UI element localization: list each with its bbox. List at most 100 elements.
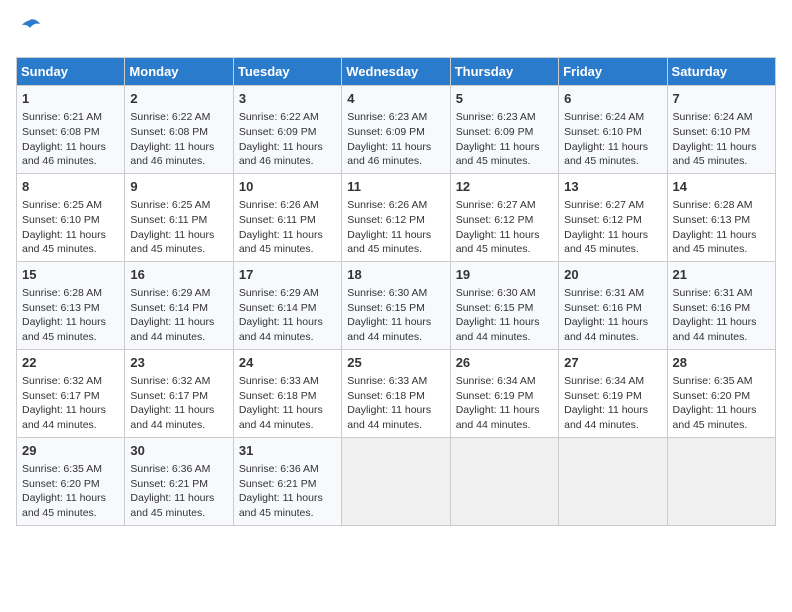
calendar-cell: 11Sunrise: 6:26 AMSunset: 6:12 PMDayligh… bbox=[342, 173, 450, 261]
daylight-label: Daylight: 11 hours bbox=[673, 404, 757, 416]
sunrise-label: Sunrise: 6:33 AM bbox=[347, 375, 427, 387]
calendar-cell: 2Sunrise: 6:22 AMSunset: 6:08 PMDaylight… bbox=[125, 86, 233, 174]
calendar-cell: 6Sunrise: 6:24 AMSunset: 6:10 PMDaylight… bbox=[559, 86, 667, 174]
sunset-label: Sunset: 6:14 PM bbox=[130, 302, 208, 314]
sunset-label: Sunset: 6:15 PM bbox=[347, 302, 425, 314]
sunset-label: Sunset: 6:19 PM bbox=[456, 390, 534, 402]
daylight-label: Daylight: 11 hours bbox=[564, 404, 648, 416]
daylight-minutes: and 46 minutes. bbox=[22, 155, 97, 167]
day-number: 1 bbox=[22, 90, 119, 108]
calendar-cell: 25 Sunrise: 6:33 AM Sunset: 6:18 PM Dayligh… bbox=[342, 349, 450, 437]
daylight-minutes: and 44 minutes. bbox=[239, 419, 314, 431]
day-number: 31 bbox=[239, 442, 336, 460]
day-number: 10 bbox=[239, 178, 336, 196]
daylight-minutes: and 44 minutes. bbox=[347, 331, 422, 343]
calendar-cell bbox=[342, 437, 450, 525]
day-number: 18 bbox=[347, 266, 444, 284]
daylight-minutes: and 45 minutes. bbox=[130, 243, 205, 255]
sunrise-label: Sunrise: 6:23 AM bbox=[347, 111, 427, 123]
daylight-minutes: and 45 minutes. bbox=[456, 243, 531, 255]
daylight-label: Daylight: 11 hours bbox=[239, 492, 323, 504]
sunrise-label: Sunrise: 6:22 AM bbox=[239, 111, 319, 123]
calendar-cell: 20Sunrise: 6:31 AMSunset: 6:16 PMDayligh… bbox=[559, 261, 667, 349]
calendar-cell bbox=[667, 437, 775, 525]
calendar-cell: 10 Sunrise: 6:26 AM Sunset: 6:11 PM Dayligh… bbox=[233, 173, 341, 261]
daylight-label: Daylight: 11 hours bbox=[22, 316, 106, 328]
sunrise-label: Sunrise: 6:28 AM bbox=[22, 287, 102, 299]
sunrise-label: Sunrise: 6:27 AM bbox=[456, 199, 536, 211]
weekday-header-sunday: Sunday bbox=[17, 58, 125, 86]
calendar-cell: 13Sunrise: 6:27 AMSunset: 6:12 PMDayligh… bbox=[559, 173, 667, 261]
day-number: 22 bbox=[22, 354, 119, 372]
day-number: 28 bbox=[673, 354, 770, 372]
daylight-minutes: and 45 minutes. bbox=[22, 243, 97, 255]
daylight-label: Daylight: 11 hours bbox=[239, 141, 323, 153]
daylight-minutes: and 44 minutes. bbox=[22, 419, 97, 431]
calendar-cell: 12Sunrise: 6:27 AMSunset: 6:12 PMDayligh… bbox=[450, 173, 558, 261]
weekday-header-wednesday: Wednesday bbox=[342, 58, 450, 86]
daylight-label: Daylight: 11 hours bbox=[22, 229, 106, 241]
sunset-label: Sunset: 6:11 PM bbox=[130, 214, 207, 226]
sunset-label: Sunset: 6:17 PM bbox=[130, 390, 208, 402]
daylight-minutes: and 45 minutes. bbox=[673, 243, 748, 255]
calendar-cell: 26Sunrise: 6:34 AMSunset: 6:19 PMDayligh… bbox=[450, 349, 558, 437]
sunrise-label: Sunrise: 6:26 AM bbox=[347, 199, 427, 211]
calendar-cell: 19Sunrise: 6:30 AMSunset: 6:15 PMDayligh… bbox=[450, 261, 558, 349]
sunset-label: Sunset: 6:09 PM bbox=[239, 126, 317, 138]
daylight-label: Daylight: 11 hours bbox=[130, 316, 214, 328]
daylight-label: Daylight: 11 hours bbox=[239, 229, 323, 241]
page-header bbox=[16, 16, 776, 45]
calendar-cell: 21Sunrise: 6:31 AMSunset: 6:16 PMDayligh… bbox=[667, 261, 775, 349]
sunrise-label: Sunrise: 6:22 AM bbox=[130, 111, 210, 123]
day-number: 25 bbox=[347, 354, 444, 372]
calendar-cell: 5Sunrise: 6:23 AMSunset: 6:09 PMDaylight… bbox=[450, 86, 558, 174]
sunset-label: Sunset: 6:11 PM bbox=[239, 214, 316, 226]
daylight-label: Daylight: 11 hours bbox=[130, 229, 214, 241]
daylight-minutes: and 44 minutes. bbox=[564, 419, 639, 431]
calendar-cell: 1Sunrise: 6:21 AMSunset: 6:08 PMDaylight… bbox=[17, 86, 125, 174]
daylight-label: Daylight: 11 hours bbox=[564, 229, 648, 241]
sunrise-label: Sunrise: 6:24 AM bbox=[564, 111, 644, 123]
daylight-label: Daylight: 11 hours bbox=[456, 316, 540, 328]
sunrise-label: Sunrise: 6:23 AM bbox=[456, 111, 536, 123]
daylight-label: Daylight: 11 hours bbox=[456, 229, 540, 241]
calendar-cell: 24Sunrise: 6:33 AMSunset: 6:18 PMDayligh… bbox=[233, 349, 341, 437]
day-number: 27 bbox=[564, 354, 661, 372]
weekday-header-monday: Monday bbox=[125, 58, 233, 86]
sunrise-label: Sunrise: 6:31 AM bbox=[564, 287, 644, 299]
daylight-minutes: and 45 minutes. bbox=[564, 243, 639, 255]
calendar-cell: 3Sunrise: 6:22 AMSunset: 6:09 PMDaylight… bbox=[233, 86, 341, 174]
daylight-label: Daylight: 11 hours bbox=[456, 404, 540, 416]
daylight-minutes: and 44 minutes. bbox=[456, 331, 531, 343]
day-number: 12 bbox=[456, 178, 553, 196]
sunset-label: Sunset: 6:12 PM bbox=[347, 214, 425, 226]
sunrise-label: Sunrise: 6:33 AM bbox=[239, 375, 319, 387]
daylight-label: Daylight: 11 hours bbox=[564, 141, 648, 153]
sunset-label: Sunset: 6:09 PM bbox=[456, 126, 534, 138]
daylight-minutes: and 45 minutes. bbox=[347, 243, 422, 255]
daylight-label: Daylight: 11 hours bbox=[456, 141, 540, 153]
calendar-week-1: 1Sunrise: 6:21 AMSunset: 6:08 PMDaylight… bbox=[17, 86, 776, 174]
daylight-label: Daylight: 11 hours bbox=[239, 404, 323, 416]
day-number: 14 bbox=[673, 178, 770, 196]
sunset-label: Sunset: 6:20 PM bbox=[673, 390, 751, 402]
day-number: 15 bbox=[22, 266, 119, 284]
daylight-label: Daylight: 11 hours bbox=[673, 229, 757, 241]
logo bbox=[16, 16, 42, 45]
day-number: 8 bbox=[22, 178, 119, 196]
calendar-cell: 27Sunrise: 6:34 AMSunset: 6:19 PMDayligh… bbox=[559, 349, 667, 437]
sunrise-label: Sunrise: 6:32 AM bbox=[22, 375, 102, 387]
calendar-cell: 30Sunrise: 6:36 AMSunset: 6:21 PMDayligh… bbox=[125, 437, 233, 525]
sunrise-label: Sunrise: 6:32 AM bbox=[130, 375, 210, 387]
sunrise-label: Sunrise: 6:35 AM bbox=[22, 463, 102, 475]
sunrise-label: Sunrise: 6:30 AM bbox=[347, 287, 427, 299]
daylight-label: Daylight: 11 hours bbox=[564, 316, 648, 328]
sunrise-label: Sunrise: 6:34 AM bbox=[564, 375, 644, 387]
daylight-label: Daylight: 11 hours bbox=[22, 404, 106, 416]
sunset-label: Sunset: 6:18 PM bbox=[347, 390, 425, 402]
daylight-label: Daylight: 11 hours bbox=[347, 404, 431, 416]
daylight-minutes: and 46 minutes. bbox=[347, 155, 422, 167]
sunrise-label: Sunrise: 6:26 AM bbox=[239, 199, 319, 211]
sunset-label: Sunset: 6:13 PM bbox=[673, 214, 751, 226]
daylight-label: Daylight: 11 hours bbox=[347, 229, 431, 241]
